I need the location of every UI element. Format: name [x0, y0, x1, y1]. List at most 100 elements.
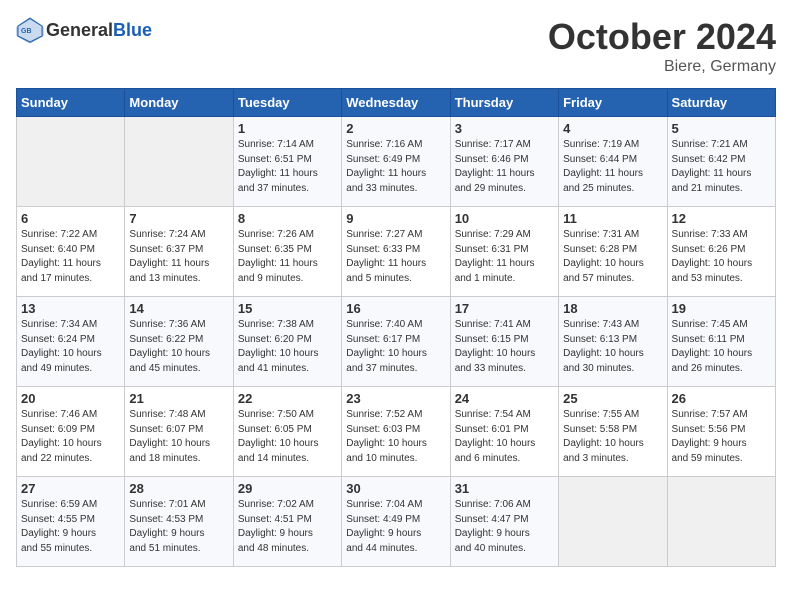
calendar-cell: 20Sunrise: 7:46 AM Sunset: 6:09 PM Dayli… — [17, 387, 125, 477]
calendar-cell: 6 Sunrise: 7:22 AM Sunset: 6:40 PM Daylig… — [17, 207, 125, 297]
day-info: Sunrise: 7:16 AM Sunset: 6:49 PM Dayligh… — [346, 138, 445, 196]
calendar-cell: 10 Sunrise: 7:29 AM Sunset: 6:31 PM Dayli… — [450, 207, 558, 297]
calendar-cell: 31 Sunrise: 7:06 AM Sunset: 4:47 PM Dayli… — [450, 477, 558, 567]
svg-text:GB: GB — [21, 28, 32, 35]
header-day-wednesday: Wednesday — [342, 89, 450, 117]
day-number: 6 — [21, 211, 120, 226]
day-number: 22 — [238, 391, 337, 406]
day-info: Sunrise: 7:02 AM Sunset: 4:51 PM Dayligh… — [238, 498, 337, 556]
day-info: Sunrise: 7:36 AM Sunset: 6:22 PM Dayligh… — [129, 318, 228, 376]
day-info: Sunrise: 7:01 AM Sunset: 4:53 PM Dayligh… — [129, 498, 228, 556]
calendar-cell: 4Sunrise: 7:19 AM Sunset: 6:44 PM Daylig… — [559, 117, 667, 207]
day-info: Sunrise: 7:33 AM Sunset: 6:26 PM Dayligh… — [672, 228, 771, 286]
day-number: 20 — [21, 391, 120, 406]
title-area: October 2024 Biere, Germany — [548, 16, 776, 76]
day-info: Sunrise: 7:04 AM Sunset: 4:49 PM Dayligh… — [346, 498, 445, 556]
logo-general: General — [46, 20, 113, 40]
calendar-cell: 2 Sunrise: 7:16 AM Sunset: 6:49 PM Daylig… — [342, 117, 450, 207]
day-info: Sunrise: 7:41 AM Sunset: 6:15 PM Dayligh… — [455, 318, 554, 376]
logo: GB GeneralBlue — [16, 16, 152, 44]
header-day-sunday: Sunday — [17, 89, 125, 117]
day-info: Sunrise: 7:40 AM Sunset: 6:17 PM Dayligh… — [346, 318, 445, 376]
day-number: 2 — [346, 121, 445, 136]
day-info: Sunrise: 7:34 AM Sunset: 6:24 PM Dayligh… — [21, 318, 120, 376]
day-info: Sunrise: 7:54 AM Sunset: 6:01 PM Dayligh… — [455, 408, 554, 466]
day-number: 17 — [455, 301, 554, 316]
month-title: October 2024 — [548, 16, 776, 58]
day-number: 21 — [129, 391, 228, 406]
day-info: Sunrise: 7:55 AM Sunset: 5:58 PM Dayligh… — [563, 408, 662, 466]
calendar-cell: 26Sunrise: 7:57 AM Sunset: 5:56 PM Dayli… — [667, 387, 775, 477]
day-info: Sunrise: 7:19 AM Sunset: 6:44 PM Dayligh… — [563, 138, 662, 196]
calendar-cell — [667, 477, 775, 567]
calendar-cell: 11 Sunrise: 7:31 AM Sunset: 6:28 PM Dayli… — [559, 207, 667, 297]
header-day-friday: Friday — [559, 89, 667, 117]
day-number: 16 — [346, 301, 445, 316]
day-info: Sunrise: 7:48 AM Sunset: 6:07 PM Dayligh… — [129, 408, 228, 466]
day-info: Sunrise: 7:45 AM Sunset: 6:11 PM Dayligh… — [672, 318, 771, 376]
calendar-cell: 8 Sunrise: 7:26 AM Sunset: 6:35 PM Daylig… — [233, 207, 341, 297]
day-number: 12 — [672, 211, 771, 226]
header-day-monday: Monday — [125, 89, 233, 117]
day-number: 24 — [455, 391, 554, 406]
calendar-cell: 3Sunrise: 7:17 AM Sunset: 6:46 PM Daylig… — [450, 117, 558, 207]
logo-blue: Blue — [113, 20, 152, 40]
header: GB GeneralBlue October 2024 Biere, Germa… — [16, 16, 776, 76]
day-info: Sunrise: 7:52 AM Sunset: 6:03 PM Dayligh… — [346, 408, 445, 466]
week-row-1: 6 Sunrise: 7:22 AM Sunset: 6:40 PM Daylig… — [17, 207, 776, 297]
day-info: Sunrise: 7:38 AM Sunset: 6:20 PM Dayligh… — [238, 318, 337, 376]
day-info: Sunrise: 6:59 AM Sunset: 4:55 PM Dayligh… — [21, 498, 120, 556]
location-title: Biere, Germany — [548, 58, 776, 76]
calendar-cell: 23Sunrise: 7:52 AM Sunset: 6:03 PM Dayli… — [342, 387, 450, 477]
day-number: 25 — [563, 391, 662, 406]
day-number: 18 — [563, 301, 662, 316]
day-info: Sunrise: 7:27 AM Sunset: 6:33 PM Dayligh… — [346, 228, 445, 286]
day-info: Sunrise: 7:50 AM Sunset: 6:05 PM Dayligh… — [238, 408, 337, 466]
calendar-cell: 30 Sunrise: 7:04 AM Sunset: 4:49 PM Dayli… — [342, 477, 450, 567]
calendar-cell: 27 Sunrise: 6:59 AM Sunset: 4:55 PM Dayli… — [17, 477, 125, 567]
header-day-thursday: Thursday — [450, 89, 558, 117]
calendar-cell: 28 Sunrise: 7:01 AM Sunset: 4:53 PM Dayli… — [125, 477, 233, 567]
header-row: SundayMondayTuesdayWednesdayThursdayFrid… — [17, 89, 776, 117]
calendar-cell: 19 Sunrise: 7:45 AM Sunset: 6:11 PM Dayli… — [667, 297, 775, 387]
calendar-cell: 5 Sunrise: 7:21 AM Sunset: 6:42 PM Daylig… — [667, 117, 775, 207]
day-number: 31 — [455, 481, 554, 496]
day-info: Sunrise: 7:06 AM Sunset: 4:47 PM Dayligh… — [455, 498, 554, 556]
week-row-0: 1Sunrise: 7:14 AM Sunset: 6:51 PM Daylig… — [17, 117, 776, 207]
day-number: 8 — [238, 211, 337, 226]
calendar-cell: 12 Sunrise: 7:33 AM Sunset: 6:26 PM Dayli… — [667, 207, 775, 297]
header-day-tuesday: Tuesday — [233, 89, 341, 117]
calendar-cell — [559, 477, 667, 567]
day-number: 30 — [346, 481, 445, 496]
day-number: 29 — [238, 481, 337, 496]
calendar-cell: 1Sunrise: 7:14 AM Sunset: 6:51 PM Daylig… — [233, 117, 341, 207]
week-row-2: 13Sunrise: 7:34 AM Sunset: 6:24 PM Dayli… — [17, 297, 776, 387]
day-info: Sunrise: 7:29 AM Sunset: 6:31 PM Dayligh… — [455, 228, 554, 286]
day-number: 19 — [672, 301, 771, 316]
day-number: 9 — [346, 211, 445, 226]
day-info: Sunrise: 7:26 AM Sunset: 6:35 PM Dayligh… — [238, 228, 337, 286]
day-number: 10 — [455, 211, 554, 226]
day-number: 11 — [563, 211, 662, 226]
logo-text: GeneralBlue — [46, 20, 152, 41]
calendar-cell: 17 Sunrise: 7:41 AM Sunset: 6:15 PM Dayli… — [450, 297, 558, 387]
logo-icon: GB — [16, 16, 44, 44]
calendar-cell — [17, 117, 125, 207]
day-info: Sunrise: 7:31 AM Sunset: 6:28 PM Dayligh… — [563, 228, 662, 286]
day-info: Sunrise: 7:21 AM Sunset: 6:42 PM Dayligh… — [672, 138, 771, 196]
day-info: Sunrise: 7:43 AM Sunset: 6:13 PM Dayligh… — [563, 318, 662, 376]
day-number: 5 — [672, 121, 771, 136]
calendar-cell: 15Sunrise: 7:38 AM Sunset: 6:20 PM Dayli… — [233, 297, 341, 387]
day-number: 7 — [129, 211, 228, 226]
day-number: 27 — [21, 481, 120, 496]
day-info: Sunrise: 7:24 AM Sunset: 6:37 PM Dayligh… — [129, 228, 228, 286]
day-info: Sunrise: 7:22 AM Sunset: 6:40 PM Dayligh… — [21, 228, 120, 286]
day-number: 1 — [238, 121, 337, 136]
calendar-cell: 24 Sunrise: 7:54 AM Sunset: 6:01 PM Dayli… — [450, 387, 558, 477]
day-number: 26 — [672, 391, 771, 406]
calendar-cell: 29 Sunrise: 7:02 AM Sunset: 4:51 PM Dayli… — [233, 477, 341, 567]
calendar-cell: 14Sunrise: 7:36 AM Sunset: 6:22 PM Dayli… — [125, 297, 233, 387]
day-number: 28 — [129, 481, 228, 496]
calendar-cell: 9 Sunrise: 7:27 AM Sunset: 6:33 PM Daylig… — [342, 207, 450, 297]
calendar-cell: 16 Sunrise: 7:40 AM Sunset: 6:17 PM Dayli… — [342, 297, 450, 387]
